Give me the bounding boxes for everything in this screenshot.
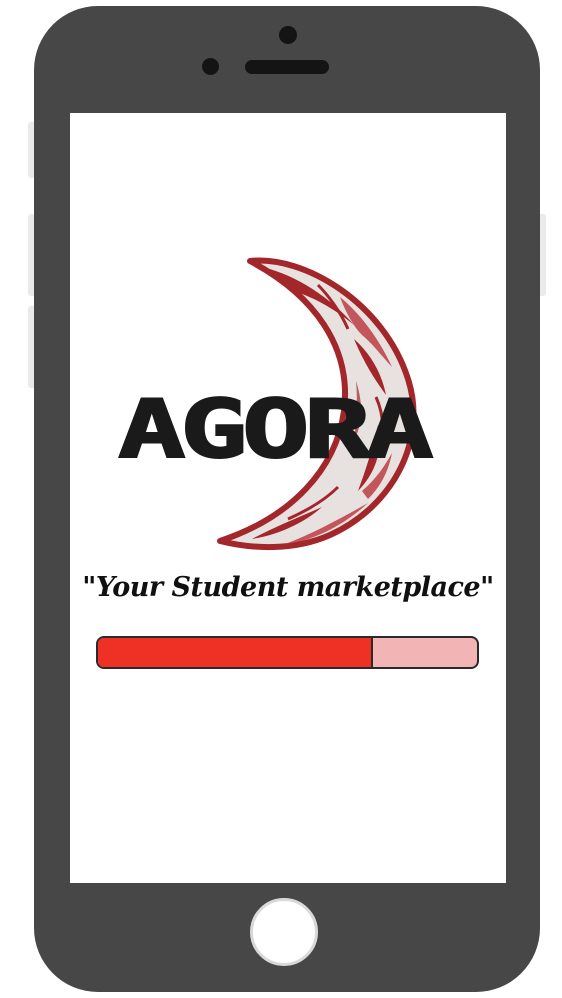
splash-screen: AGORA "Your Student marketplace" xyxy=(70,113,506,883)
app-screenshot: AGORA "Your Student marketplace" xyxy=(0,0,562,998)
front-camera xyxy=(279,26,297,44)
logo-wordmark: AGORA xyxy=(118,383,432,476)
earpiece-speaker xyxy=(245,60,329,74)
proximity-sensor xyxy=(202,58,219,75)
home-button[interactable] xyxy=(250,898,318,966)
tagline: "Your Student marketplace" xyxy=(82,572,494,603)
loading-progress-bar xyxy=(96,636,479,669)
agora-logo: AGORA xyxy=(117,257,437,551)
loading-progress-fill xyxy=(98,638,373,667)
